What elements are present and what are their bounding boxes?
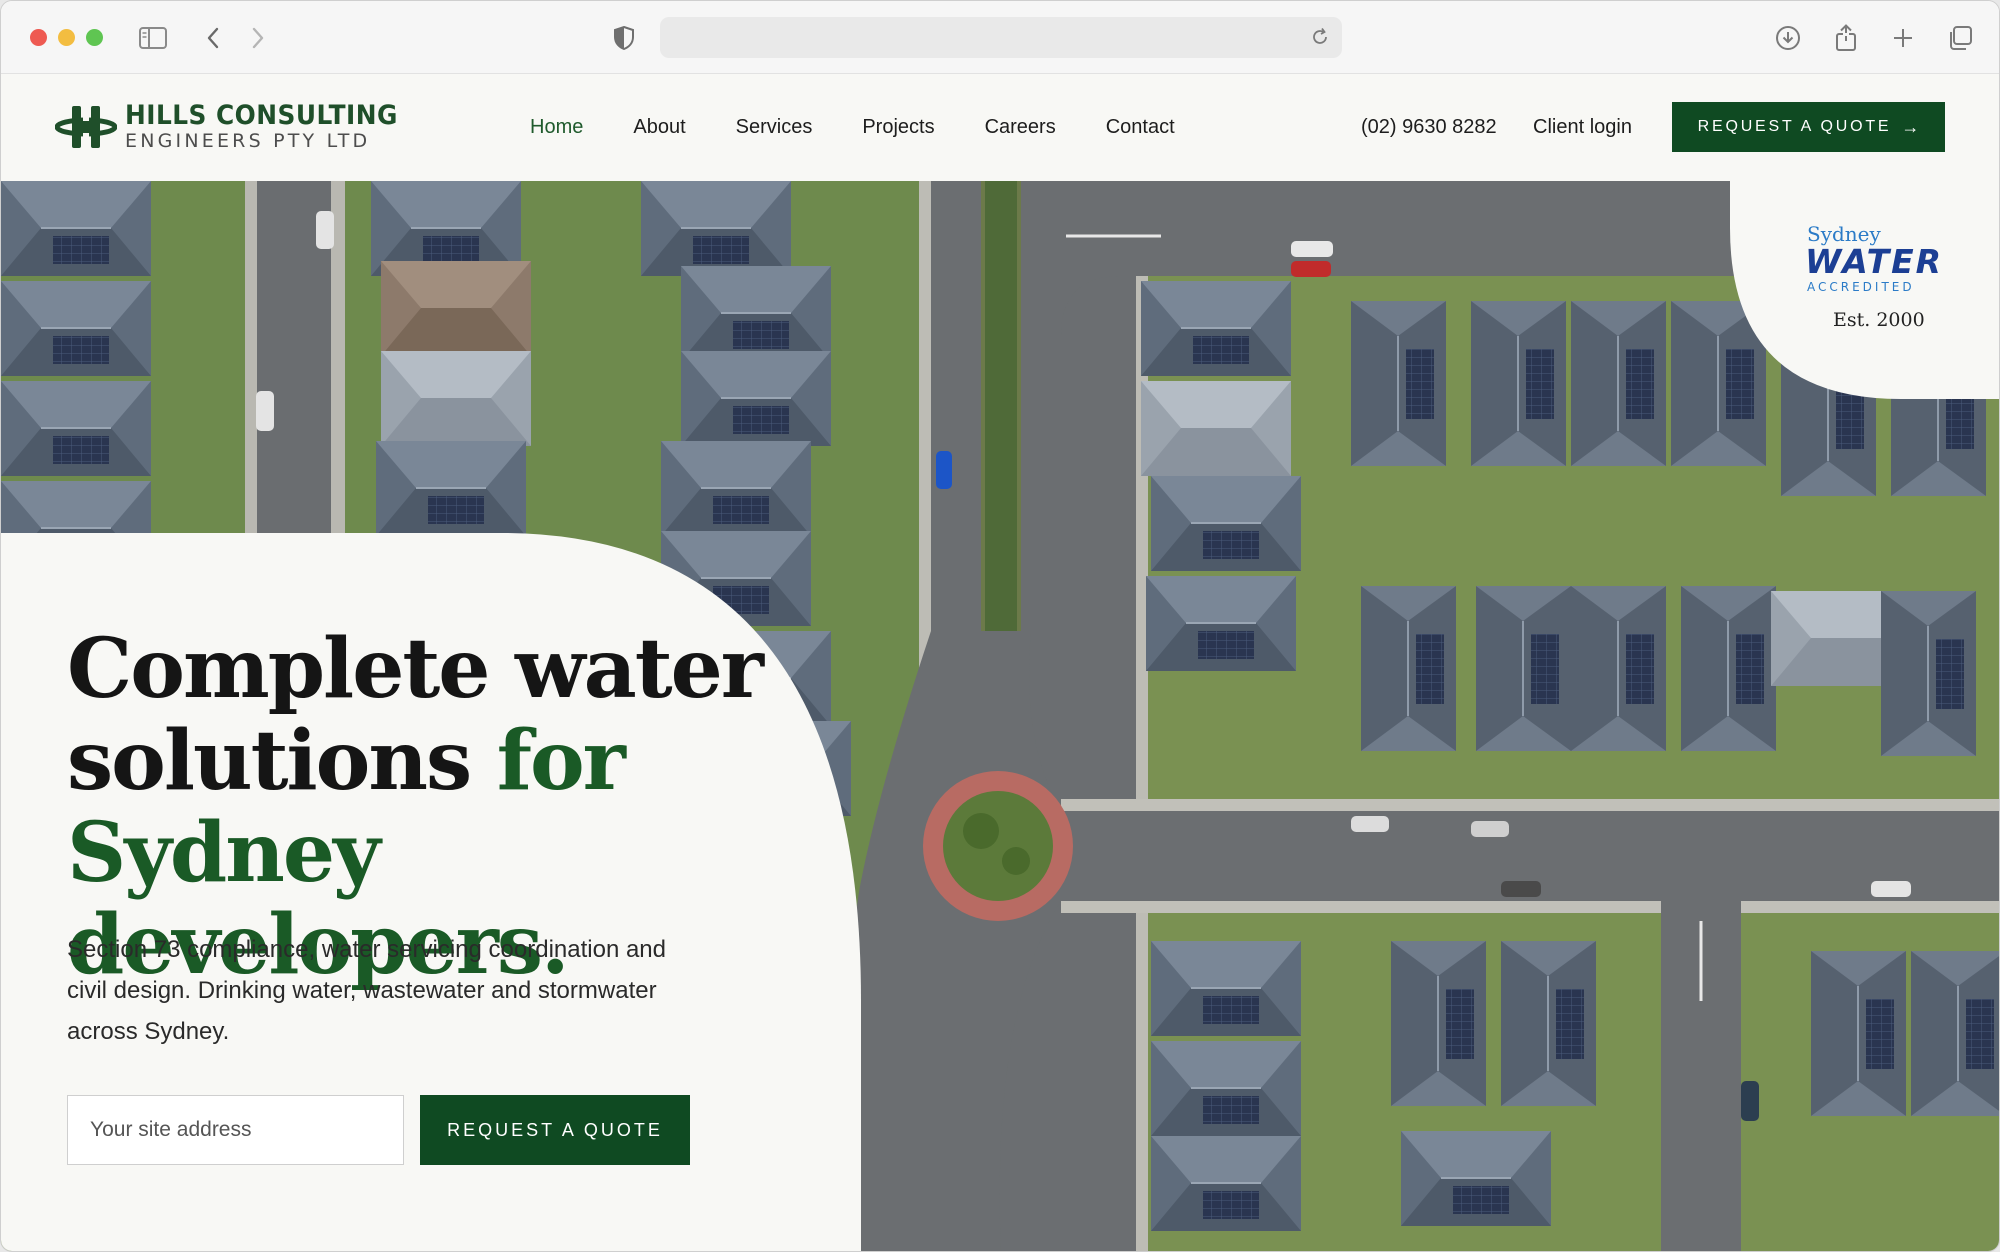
hero-subtitle: Section 73 compliance, water servicing c… bbox=[67, 936, 667, 1045]
badge-line-accredited: ACCREDITED bbox=[1807, 280, 1915, 294]
badge-line-water: WATER bbox=[1805, 242, 1944, 281]
browser-window: HILLS CONSULTING ENGINEERS PTY LTD Home … bbox=[0, 0, 2000, 1252]
site-address-input[interactable] bbox=[67, 1095, 404, 1165]
hero-headline-part1: Complete water solutions bbox=[67, 621, 764, 809]
sydney-water-accreditation-badge: Sydney WATER ACCREDITED Est. 2000 bbox=[1781, 223, 1961, 331]
badge-established-year: Est. 2000 bbox=[1833, 309, 1925, 331]
hero-request-quote-button[interactable]: REQUEST A QUOTE bbox=[420, 1095, 690, 1165]
